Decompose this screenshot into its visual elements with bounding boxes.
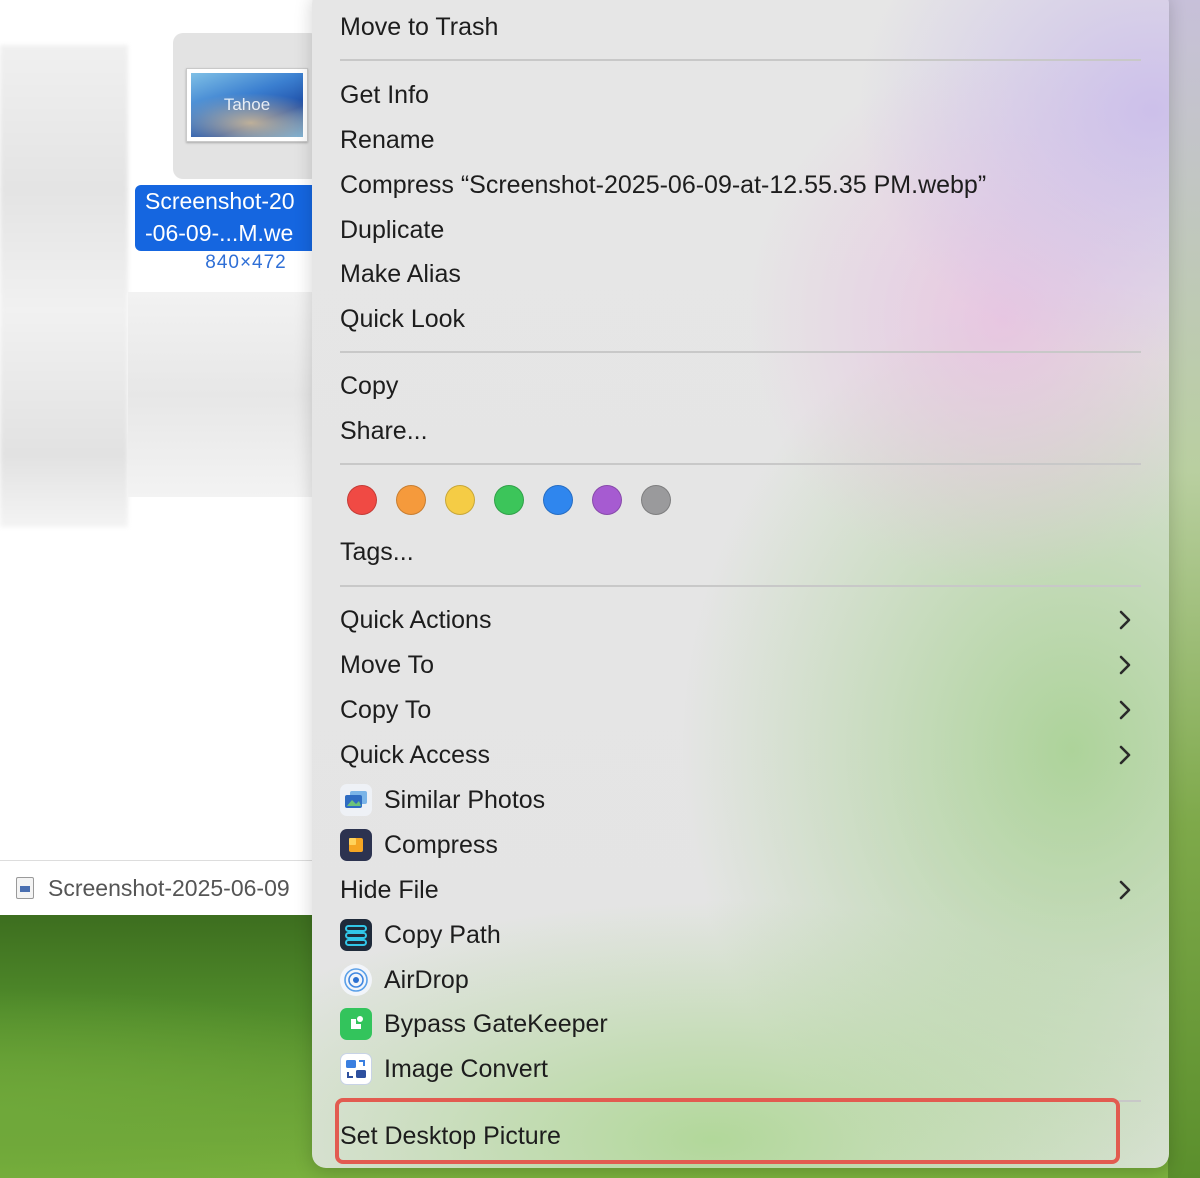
menu-item-make-alias[interactable]: Make Alias: [340, 254, 461, 294]
menu-item-quick-actions[interactable]: Quick Actions: [340, 600, 491, 640]
menu-item-rename[interactable]: Rename: [340, 120, 435, 160]
menu-item-tags[interactable]: Tags...: [340, 532, 414, 572]
tag-orange-dot[interactable]: [396, 485, 426, 515]
menu-item-hide-file[interactable]: Hide File: [340, 870, 439, 910]
thumbnail-text: Tahoe: [223, 95, 271, 114]
menu-item-label: Compress “Screenshot-2025-06-09-at-12.55…: [340, 171, 987, 199]
desktop-wallpaper-edge: [1168, 0, 1200, 1178]
chevron-right-icon: [1118, 735, 1132, 775]
menu-item-image-convert[interactable]: Image Convert: [340, 1049, 548, 1089]
menu-item-label: Copy Path: [384, 921, 501, 949]
blurred-file-column: [0, 45, 128, 527]
thumbnail-image: Tahoe: [191, 73, 303, 137]
tag-green-dot[interactable]: [494, 485, 524, 515]
menu-item-label: Compress: [384, 831, 498, 859]
menu-item-quick-look[interactable]: Quick Look: [340, 299, 465, 339]
chevron-right-icon: [1118, 870, 1132, 910]
similar-photos-icon: [340, 784, 372, 816]
tag-yellow-dot[interactable]: [445, 485, 475, 515]
menu-item-label: Get Info: [340, 81, 429, 109]
chevron-right-icon: [1118, 645, 1132, 685]
menu-item-label: Move To: [340, 651, 435, 679]
tag-gray-dot[interactable]: [641, 485, 671, 515]
menu-item-label: Copy: [340, 372, 399, 400]
path-bar: Screenshot-2025-06-09: [0, 860, 320, 915]
compress-app-icon: [340, 829, 372, 861]
file-dimensions: 840×472: [205, 252, 287, 273]
menu-item-label: Share...: [340, 417, 428, 445]
menu-item-quick-access[interactable]: Quick Access: [340, 735, 490, 775]
tag-purple-dot[interactable]: [592, 485, 622, 515]
menu-item-label: Move to Trash: [340, 13, 499, 41]
menu-item-move-to[interactable]: Move To: [340, 645, 434, 685]
file-name-line-1: Screenshot-20: [145, 188, 295, 214]
menu-item-label: Quick Actions: [340, 606, 492, 634]
menu-item-copy-path[interactable]: Copy Path: [340, 915, 501, 955]
menu-item-label: AirDrop: [384, 966, 469, 994]
airdrop-icon: [340, 964, 372, 996]
menu-item-get-info[interactable]: Get Info: [340, 75, 429, 115]
file-thumbnail[interactable]: Tahoe: [186, 68, 308, 142]
file-name-line-2: -06-09-...M.we: [145, 220, 294, 246]
blurred-file-item: [128, 292, 320, 497]
document-icon: [16, 877, 34, 899]
menu-item-label: Quick Look: [340, 305, 466, 333]
menu-item-bypass-gatekeeper[interactable]: Bypass GateKeeper: [340, 1004, 608, 1044]
path-bar-file-name[interactable]: Screenshot-2025-06-09: [48, 875, 290, 902]
menu-item-compress-file[interactable]: Compress “Screenshot-2025-06-09-at-12.55…: [340, 165, 986, 205]
menu-item-label: Image Convert: [384, 1055, 548, 1083]
tag-blue-dot[interactable]: [543, 485, 573, 515]
menu-item-label: Rename: [340, 126, 435, 154]
menu-item-label: Quick Access: [340, 741, 491, 769]
menu-item-compress[interactable]: Compress: [340, 825, 498, 865]
context-menu: Move to Trash Get Info Rename Compress “…: [312, 0, 1169, 1168]
menu-item-duplicate[interactable]: Duplicate: [340, 210, 444, 250]
menu-item-share[interactable]: Share...: [340, 411, 428, 451]
menu-separator: [340, 351, 1141, 353]
menu-item-label: Make Alias: [340, 260, 461, 288]
menu-item-label: Hide File: [340, 876, 439, 904]
menu-separator: [340, 463, 1141, 465]
selected-file-name[interactable]: Screenshot-20 -06-09-...M.we: [135, 185, 320, 251]
highlight-annotation: [335, 1098, 1120, 1164]
tag-red-dot[interactable]: [347, 485, 377, 515]
chevron-right-icon: [1118, 690, 1132, 730]
menu-item-move-to-trash[interactable]: Move to Trash: [340, 7, 498, 47]
menu-item-label: Copy To: [340, 696, 432, 724]
menu-item-copy-to[interactable]: Copy To: [340, 690, 431, 730]
copy-path-icon: [340, 919, 372, 951]
menu-item-label: Bypass GateKeeper: [384, 1010, 608, 1038]
menu-item-airdrop[interactable]: AirDrop: [340, 960, 469, 1000]
image-convert-icon: [340, 1053, 372, 1085]
menu-item-copy[interactable]: Copy: [340, 366, 398, 406]
menu-item-label: Similar Photos: [384, 786, 546, 814]
menu-separator: [340, 59, 1141, 61]
menu-separator: [340, 585, 1141, 587]
finder-window: Tahoe Screenshot-20 -06-09-...M.we 840×4…: [0, 0, 320, 915]
chevron-right-icon: [1118, 600, 1132, 640]
bypass-gatekeeper-icon: [340, 1008, 372, 1040]
menu-item-label: Duplicate: [340, 216, 445, 244]
menu-item-label: Tags...: [340, 538, 414, 566]
menu-item-similar-photos[interactable]: Similar Photos: [340, 780, 545, 820]
